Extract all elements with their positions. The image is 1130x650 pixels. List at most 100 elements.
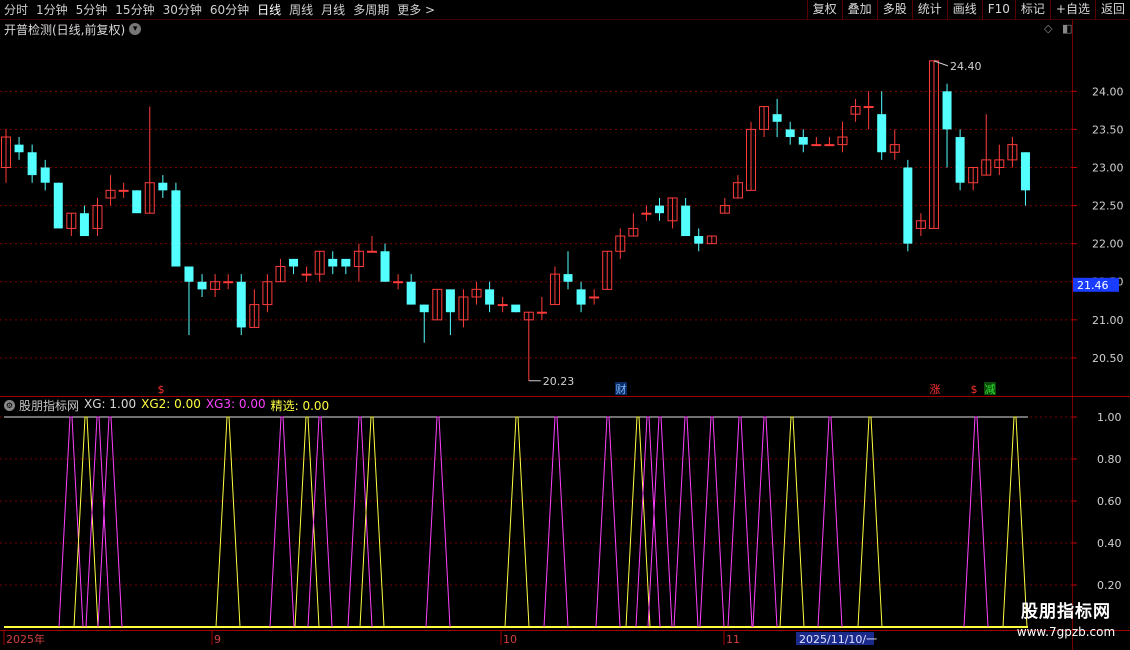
candle-body-61: [798, 137, 808, 145]
signal-spike-24: [963, 416, 989, 628]
price-label-3: 22.50: [1092, 200, 1124, 213]
candle-body-22: [289, 258, 299, 267]
high-price-label: 24.40: [950, 60, 982, 73]
candle-body-15: [197, 281, 207, 290]
date-label-3: 11: [726, 633, 740, 646]
cursor-date-label: 2025/11/10/一: [799, 633, 877, 646]
signal-spike-21: [779, 416, 805, 628]
candle-body-43: [563, 274, 573, 282]
candle-body-23: [301, 273, 312, 276]
settings-icon[interactable]: ⚙: [4, 399, 15, 411]
candle-body-63: [824, 144, 835, 147]
indicator-title: ⚙ 股朋指标网 XG: 1.00 XG2: 0.00 XG3: 0.00 精选: 0.…: [4, 396, 330, 413]
signal-spike-8: [347, 416, 373, 628]
candle-body-2: [27, 152, 37, 176]
price-label-4: 22.00: [1092, 238, 1124, 251]
candle-body-69: [903, 167, 913, 244]
signal-spike-5: [269, 416, 295, 628]
candle-body-29: [380, 251, 390, 282]
candle-body-28: [366, 250, 377, 253]
candle-body-17: [223, 281, 234, 284]
candle-body-34: [445, 289, 455, 313]
signal-spike-7: [307, 416, 333, 628]
signal-spike-9: [359, 416, 385, 628]
signal-spike-20: [752, 416, 778, 628]
event-marker-4: 减: [985, 383, 996, 396]
date-label-1: 9: [214, 633, 221, 646]
signal-spike-22: [817, 416, 843, 628]
indicator-name: 股朋指标网: [19, 398, 80, 413]
candle-body-60: [785, 129, 795, 138]
price-label-0: 24.00: [1092, 85, 1124, 98]
signal-spike-25: [1002, 416, 1028, 628]
indicator-value-0: XG: 1.00: [84, 396, 137, 411]
candle-body-44: [576, 289, 586, 305]
ind-axis-label-3: 0.40: [1097, 537, 1122, 550]
event-marker-1: 财: [616, 382, 627, 396]
candle-body-37: [485, 289, 495, 305]
date-label-0: 2025年: [6, 632, 45, 646]
candle-body-25: [328, 258, 338, 267]
low-price-label: 20.23: [543, 375, 575, 388]
watermark-title: 股朋指标网: [1021, 602, 1111, 622]
indicator-value-2: XG3: 0.00: [205, 396, 266, 411]
signal-spike-18: [699, 416, 725, 628]
signal-spike-2: [85, 416, 111, 628]
kline-chart[interactable]: 24.0023.5023.0022.5022.0021.5021.0020.50…: [0, 0, 1130, 650]
candle-body-10: [132, 190, 142, 214]
price-label-1: 23.50: [1092, 123, 1124, 136]
indicator-value-1: XG2: 0.00: [141, 396, 201, 411]
candle-body-26: [341, 258, 351, 267]
event-marker-2: 涨: [930, 383, 941, 396]
candle-body-32: [419, 304, 429, 313]
watermark-url: www.7gpzb.com: [1016, 625, 1116, 639]
signal-spike-6: [294, 416, 320, 628]
event-marker-0: $: [158, 383, 165, 396]
candle-body-62: [811, 144, 822, 147]
high-pointer: [933, 60, 949, 67]
watermark: 股朋指标网 www.7gpzb.com: [1006, 600, 1126, 646]
signal-spike-3: [97, 416, 123, 628]
signal-spike-12: [543, 416, 569, 628]
candle-body-13: [171, 190, 181, 267]
signal-spike-4: [215, 416, 241, 628]
candle-body-53: [694, 236, 704, 244]
candle-body-78: [1020, 152, 1030, 191]
event-marker-3: $: [971, 383, 978, 396]
candle-body-4: [53, 182, 63, 229]
candle-body-9: [118, 189, 129, 192]
signal-spike-10: [425, 416, 451, 628]
candle-body-18: [236, 281, 246, 328]
signal-spike-17: [673, 416, 699, 628]
price-label-2: 23.00: [1092, 161, 1124, 174]
candle-body-59: [772, 114, 782, 122]
indicator-value-3: 精选: 0.00: [270, 398, 330, 413]
current-price-label: 21.46: [1077, 279, 1109, 292]
candle-body-14: [184, 266, 194, 282]
candle-body-12: [158, 182, 168, 191]
candle-body-3: [40, 167, 50, 183]
signal-spike-13: [595, 416, 621, 628]
candle-body-50: [655, 205, 664, 214]
candle-body-1: [14, 144, 24, 153]
ind-axis-label-1: 0.80: [1097, 453, 1122, 466]
candle-body-6: [79, 213, 89, 237]
candle-body-41: [536, 311, 547, 314]
candle-body-72: [942, 91, 952, 130]
signal-spike-11: [504, 416, 530, 628]
ind-axis-label-0: 1.00: [1097, 411, 1122, 424]
candle-body-52: [681, 205, 691, 237]
ind-axis-label-4: 0.20: [1097, 579, 1122, 592]
ind-axis-label-2: 0.60: [1097, 495, 1122, 508]
candle-body-67: [877, 114, 887, 153]
candle-body-45: [589, 296, 600, 299]
date-label-2: 10: [503, 633, 517, 646]
price-label-6: 21.00: [1092, 314, 1124, 327]
candle-body-31: [406, 281, 416, 305]
candle-body-38: [497, 304, 508, 307]
signal-spike-23: [857, 416, 883, 628]
candle-body-73: [955, 137, 965, 183]
signal-spike-16: [647, 416, 673, 628]
price-label-7: 20.50: [1092, 352, 1124, 365]
signal-spike-19: [727, 416, 753, 628]
